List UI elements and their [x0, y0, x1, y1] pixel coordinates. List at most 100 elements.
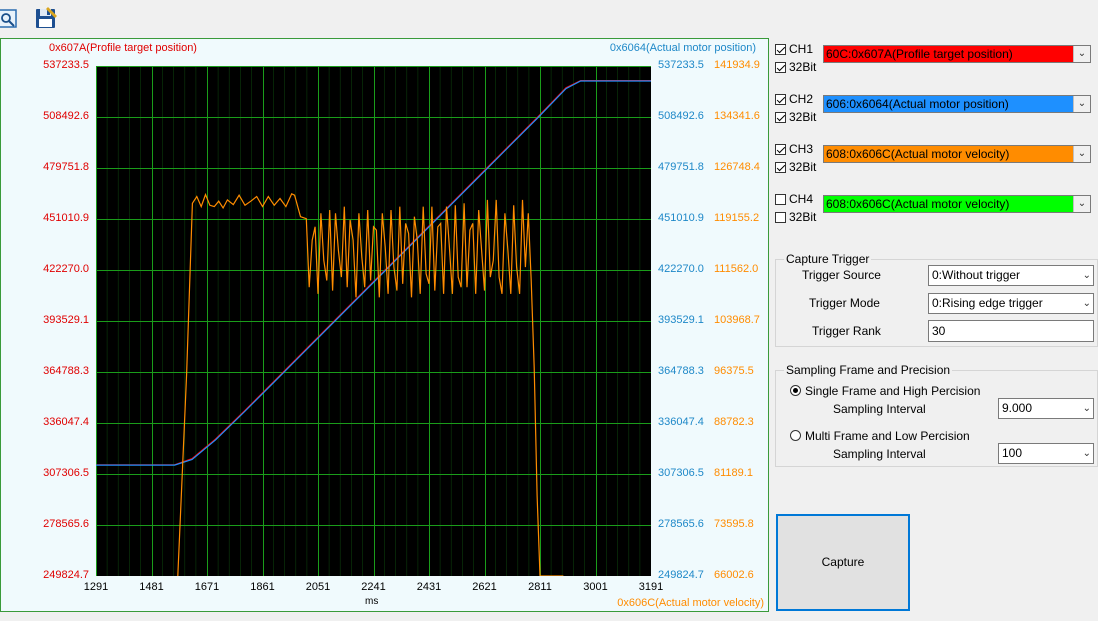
trigger-mode-label: Trigger Mode: [809, 296, 880, 310]
channel-object-select[interactable]: 606:0x6064(Actual motor position) ⌄: [823, 95, 1091, 113]
right-axis-position-tick-label: 364788.3: [658, 365, 704, 377]
chevron-down-icon: ⌄: [1082, 270, 1091, 281]
checkbox-icon: [775, 211, 786, 223]
trigger-rank-input[interactable]: 30: [928, 320, 1094, 342]
x-axis-tick-label: 1291: [83, 581, 109, 593]
channel-checkbox[interactable]: CH1: [775, 42, 813, 56]
right-axis-velocity-tick-label: 88782.3: [714, 416, 754, 428]
open-waveform-icon: [0, 9, 17, 28]
left-axis-tick-label: 393529.1: [43, 314, 89, 326]
checkbox-icon: [775, 161, 786, 173]
left-axis-tick-label: 278565.6: [43, 518, 89, 530]
left-axis-tick-label: 422270.0: [43, 263, 89, 275]
checkbox-icon: [775, 143, 786, 155]
left-axis-tick-label: 364788.3: [43, 365, 89, 377]
right-axis-velocity-tick-label: 66002.6: [714, 569, 754, 581]
chevron-down-icon: ⌄: [1073, 146, 1090, 162]
bit32-checkbox[interactable]: 32Bit: [775, 210, 816, 224]
multi-frame-radio[interactable]: Multi Frame and Low Percision: [790, 429, 970, 443]
capture-button[interactable]: Capture: [776, 514, 910, 611]
chevron-down-icon: ⌄: [1073, 46, 1090, 62]
channel-label: CH2: [789, 92, 814, 106]
channel-row-1: CH1 32Bit 60C:0x607A(Profile target positi…: [771, 42, 1098, 82]
channel-object-select[interactable]: 608:0x606C(Actual motor velocity) ⌄: [823, 145, 1091, 163]
x-axis-tick-label: 2431: [416, 581, 442, 593]
multi-interval-select[interactable]: 100 ⌄: [998, 443, 1094, 464]
capture-trigger-title: Capture Trigger: [784, 252, 872, 266]
right-axis-position-tick-label: 249824.7: [658, 569, 704, 581]
right-axis-position-tick-label: 537233.5: [658, 59, 704, 71]
right-axis-velocity-tick-label: 134341.6: [714, 110, 760, 122]
right-axis-velocity-tick-label: 81189.1: [714, 467, 753, 479]
bit32-label: 32Bit: [789, 110, 817, 124]
multi-interval-label: Sampling Interval: [833, 447, 926, 461]
x-axis-tick-label: 3191: [638, 581, 664, 593]
x-axis-unit: ms: [365, 596, 379, 607]
x-axis-tick-label: 1671: [194, 581, 220, 593]
right-axis-velocity-tick-label: 111562.0: [714, 263, 759, 275]
channel-checkbox[interactable]: CH4: [775, 192, 813, 206]
right-axis-velocity-tick-label: 119155.2: [714, 212, 760, 224]
right-axis-title-position: 0x6064(Actual motor position): [609, 42, 756, 54]
chevron-down-icon: ⌄: [1073, 196, 1090, 212]
single-interval-label: Sampling Interval: [833, 402, 926, 416]
chevron-down-icon: ⌄: [1082, 448, 1091, 459]
bit32-checkbox[interactable]: 32Bit: [775, 160, 816, 174]
sampling-group: Sampling Frame and Precision Single Fram…: [775, 363, 1098, 467]
left-axis-tick-label: 451010.9: [43, 212, 89, 224]
trigger-mode-value: 0:Rising edge trigger: [932, 296, 1043, 310]
right-axis-velocity-tick-label: 126748.4: [714, 161, 760, 173]
x-axis-tick-label: 2811: [528, 581, 552, 593]
left-axis-tick-label: 537233.5: [43, 59, 89, 71]
single-frame-label: Single Frame and High Percision: [805, 384, 981, 398]
right-axis-position-tick-label: 479751.8: [658, 161, 704, 173]
right-axis-velocity-tick-label: 103968.7: [714, 314, 760, 326]
channel-object-select[interactable]: 60C:0x607A(Profile target position) ⌄: [823, 45, 1091, 63]
capture-trigger-group: Capture Trigger Trigger Source 0:Without…: [775, 252, 1098, 347]
radio-unselected-icon: [790, 430, 801, 441]
x-axis-tick-label: 2241: [361, 581, 386, 593]
left-axis-tick-label: 336047.4: [43, 416, 89, 428]
channel-object-select[interactable]: 608:0x606C(Actual motor velocity) ⌄: [823, 195, 1091, 213]
channel-label: CH3: [789, 142, 814, 156]
right-axis-title-velocity: 0x606C(Actual motor velocity): [617, 597, 764, 609]
right-axis-position-tick-label: 393529.1: [658, 314, 704, 326]
x-axis-tick-label: 1861: [250, 581, 275, 593]
trigger-source-select[interactable]: 0:Without trigger ⌄: [928, 265, 1094, 286]
bit32-checkbox[interactable]: 32Bit: [775, 60, 816, 74]
single-frame-radio[interactable]: Single Frame and High Percision: [790, 384, 980, 398]
save-button[interactable]: [33, 4, 59, 30]
channel-object-value: 608:0x606C(Actual motor velocity): [826, 147, 1010, 161]
waveform-chart[interactable]: [96, 66, 651, 576]
right-axis-position-tick-label: 307306.5: [658, 467, 704, 479]
right-axis-velocity-tick-label: 141934.9: [714, 59, 760, 71]
multi-frame-label: Multi Frame and Low Percision: [805, 429, 970, 443]
right-axis-position-tick-label: 422270.0: [658, 263, 704, 275]
sampling-title: Sampling Frame and Precision: [784, 363, 953, 377]
channel-object-value: 608:0x606C(Actual motor velocity): [826, 197, 1010, 211]
toolbar: [0, 0, 1098, 36]
channel-object-value: 60C:0x607A(Profile target position): [826, 47, 1013, 61]
radio-selected-icon: [790, 385, 801, 396]
single-interval-select[interactable]: 9.000 ⌄: [998, 398, 1094, 419]
trigger-mode-select[interactable]: 0:Rising edge trigger ⌄: [928, 293, 1094, 314]
waveform-plot-panel: 0x607A(Profile target position) 0x6064(A…: [0, 38, 769, 612]
left-axis-title: 0x607A(Profile target position): [49, 42, 197, 54]
multi-interval-value: 100: [1002, 446, 1023, 460]
left-axis-tick-label: 249824.7: [43, 569, 89, 581]
channel-checkbox[interactable]: CH3: [775, 142, 813, 156]
right-axis-position-tick-label: 451010.9: [658, 212, 704, 224]
right-axis-position-tick-label: 278565.6: [658, 518, 704, 530]
bit32-label: 32Bit: [789, 160, 817, 174]
left-axis-tick-label: 307306.5: [43, 467, 89, 479]
channel-checkbox[interactable]: CH2: [775, 92, 813, 106]
bit32-checkbox[interactable]: 32Bit: [775, 110, 816, 124]
channel-label: CH1: [789, 42, 814, 56]
left-axis-tick-label: 508492.6: [43, 110, 89, 122]
left-axis-tick-label: 479751.8: [43, 161, 89, 173]
open-waveform-button[interactable]: [0, 4, 26, 30]
x-axis-tick-label: 3001: [583, 581, 608, 593]
x-axis-tick-label: 1481: [139, 581, 164, 593]
channel-object-value: 606:0x6064(Actual motor position): [826, 97, 1009, 111]
trigger-source-value: 0:Without trigger: [932, 268, 1021, 282]
